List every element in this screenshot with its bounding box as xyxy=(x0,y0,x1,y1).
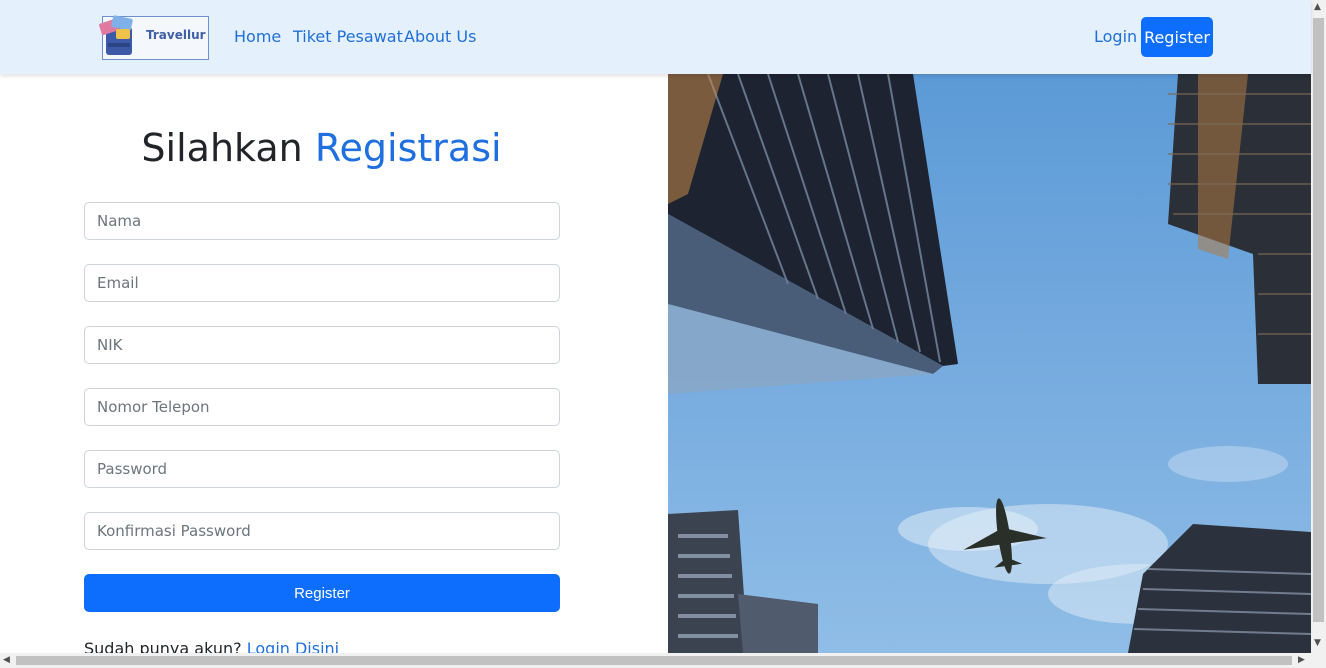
title-part-1: Silahkan xyxy=(141,126,303,170)
city-airplane-illustration xyxy=(668,74,1311,653)
telepon-input[interactable] xyxy=(84,388,560,426)
nav-about-us[interactable]: About Us xyxy=(404,27,476,46)
nav-login[interactable]: Login xyxy=(1094,27,1137,46)
konfirmasi-password-input[interactable] xyxy=(84,512,560,550)
vertical-scroll-thumb[interactable] xyxy=(1313,18,1324,622)
nav-home[interactable]: Home xyxy=(234,27,281,46)
horizontal-scroll-thumb[interactable] xyxy=(16,656,1292,665)
page-title: Silahkan Registrasi xyxy=(0,126,643,170)
brand-name: Travellur xyxy=(146,28,206,42)
scroll-right-icon[interactable]: ▶ xyxy=(1298,653,1305,668)
nav-tiket-pesawat[interactable]: Tiket Pesawat xyxy=(293,27,403,46)
brand-logo[interactable]: Travellur xyxy=(98,13,210,61)
scroll-left-icon[interactable]: ◀ xyxy=(3,653,10,668)
scroll-down-icon[interactable]: ▼ xyxy=(1314,636,1321,651)
navbar: Travellur Home Tiket Pesawat About Us Lo… xyxy=(0,0,1311,74)
title-part-2: Registrasi xyxy=(314,126,502,170)
suitcase-icon xyxy=(99,15,133,55)
password-input[interactable] xyxy=(84,450,560,488)
horizontal-scrollbar[interactable]: ◀ ▶ xyxy=(0,653,1326,668)
hero-image xyxy=(668,74,1311,653)
register-submit-button[interactable]: Register xyxy=(84,574,560,612)
nama-input[interactable] xyxy=(84,202,560,240)
scroll-up-icon[interactable]: ▲ xyxy=(1314,0,1321,15)
vertical-scrollbar[interactable]: ▲ ▼ xyxy=(1311,0,1326,653)
email-input[interactable] xyxy=(84,264,560,302)
nav-register-button[interactable]: Register xyxy=(1141,17,1213,57)
nik-input[interactable] xyxy=(84,326,560,364)
